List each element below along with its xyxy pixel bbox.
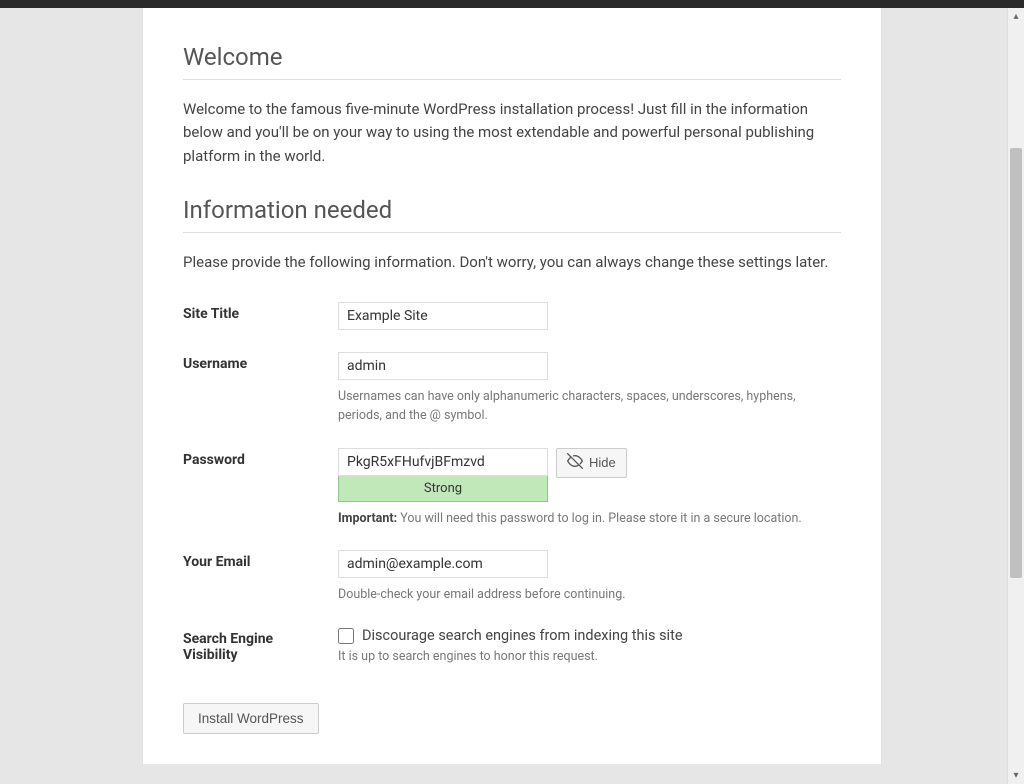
site-title-input[interactable] xyxy=(338,302,548,330)
email-input[interactable] xyxy=(338,550,548,578)
row-password: Password Strong xyxy=(183,438,841,541)
form-table: Site Title Username Usernames can have o… xyxy=(183,292,841,679)
username-input[interactable] xyxy=(338,352,548,380)
search-visibility-checkbox[interactable] xyxy=(338,628,354,644)
window-topbar xyxy=(0,0,1024,8)
scroll-up-arrow-icon[interactable]: ▴ xyxy=(1008,8,1024,25)
password-important: Important: You will need this password t… xyxy=(338,510,841,529)
scrollbar-thumb[interactable] xyxy=(1010,148,1022,578)
row-email: Your Email Double-check your email addre… xyxy=(183,540,841,617)
label-username: Username xyxy=(183,342,338,438)
hide-button-label: Hide xyxy=(589,455,616,470)
welcome-text: Welcome to the famous five-minute WordPr… xyxy=(183,98,841,168)
important-text: You will need this password to log in. P… xyxy=(397,511,802,526)
password-input[interactable] xyxy=(338,448,548,476)
label-email: Your Email xyxy=(183,540,338,617)
hide-password-button[interactable]: Hide xyxy=(556,448,627,478)
search-visibility-label: Discourage search engines from indexing … xyxy=(362,627,683,644)
password-strength-meter: Strong xyxy=(338,476,548,502)
heading-welcome: Welcome xyxy=(183,43,841,80)
install-card: Welcome Welcome to the famous five-minut… xyxy=(142,8,882,764)
install-wordpress-button[interactable]: Install WordPress xyxy=(183,703,319,734)
page-body: Welcome Welcome to the famous five-minut… xyxy=(0,8,1024,784)
scrollbar-vertical[interactable]: ▴ ▾ xyxy=(1007,8,1024,784)
important-label: Important: xyxy=(338,511,397,526)
search-visibility-hint: It is up to search engines to honor this… xyxy=(338,648,841,667)
eye-off-icon xyxy=(567,453,583,472)
scroll-down-arrow-icon[interactable]: ▾ xyxy=(1008,767,1024,784)
row-search-visibility: Search Engine Visibility Discourage sear… xyxy=(183,617,841,679)
label-password: Password xyxy=(183,438,338,541)
label-site-title: Site Title xyxy=(183,292,338,342)
info-text: Please provide the following information… xyxy=(183,251,841,274)
username-hint: Usernames can have only alphanumeric cha… xyxy=(338,388,841,426)
row-username: Username Usernames can have only alphanu… xyxy=(183,342,841,438)
email-hint: Double-check your email address before c… xyxy=(338,586,841,605)
label-search-visibility: Search Engine Visibility xyxy=(183,617,338,679)
heading-info: Information needed xyxy=(183,196,841,233)
row-site-title: Site Title xyxy=(183,292,841,342)
